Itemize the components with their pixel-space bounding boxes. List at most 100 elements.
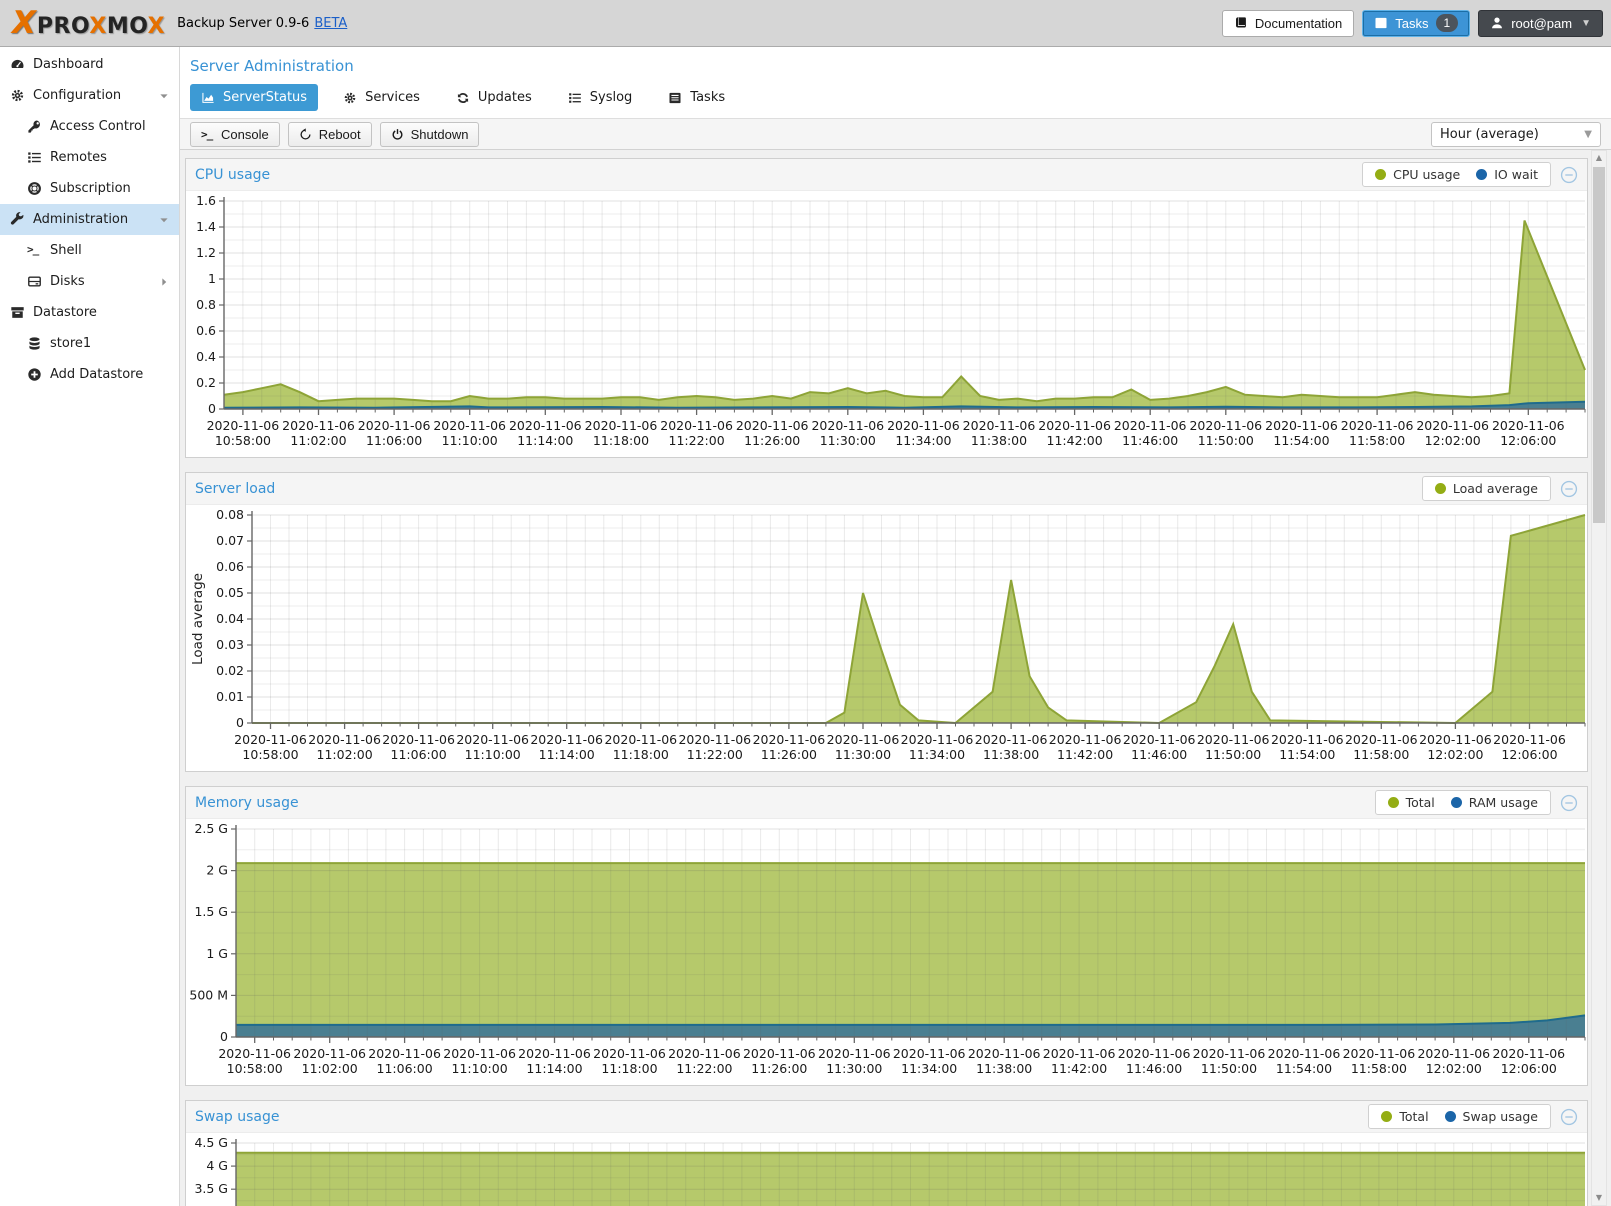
vertical-scrollbar[interactable]: ▲ ▼ [1591, 150, 1607, 1206]
legend-item-total[interactable]: Total [1381, 1109, 1428, 1124]
reboot-button[interactable]: Reboot [288, 122, 372, 147]
user-menu-button[interactable]: root@pam ▼ [1478, 10, 1603, 37]
chart-svg: 0500 M1 G1.5 G2 G2.5 G3 G3.5 G4 G4.5 G20… [186, 1133, 1587, 1206]
sidebar-item-access-control[interactable]: Access Control [0, 111, 179, 142]
svg-text:2020-11-06: 2020-11-06 [893, 1046, 966, 1061]
svg-text:11:42:00: 11:42:00 [1047, 433, 1103, 448]
svg-text:2020-11-06: 2020-11-06 [585, 418, 658, 433]
panel-header: Memory usageTotalRAM usage [186, 787, 1587, 819]
svg-text:11:06:00: 11:06:00 [377, 1061, 433, 1076]
main-content: Server Administration ServerStatusServic… [180, 47, 1611, 1206]
svg-text:11:38:00: 11:38:00 [976, 1061, 1032, 1076]
tab-bar: ServerStatus Services Updates Syslog Tasks [180, 77, 1611, 118]
sidebar-item-add-datastore[interactable]: Add Datastore [0, 359, 179, 390]
refresh-icon [456, 91, 470, 105]
hdd-icon [27, 274, 42, 289]
sidebar-item-disks[interactable]: Disks [0, 266, 179, 297]
svg-text:11:02:00: 11:02:00 [290, 433, 346, 448]
collapse-panel-button[interactable] [1560, 480, 1578, 498]
list-icon [27, 150, 42, 165]
collapse-panel-button[interactable] [1560, 166, 1578, 184]
legend-item-total[interactable]: Total [1388, 795, 1435, 810]
scroll-up-arrow[interactable]: ▲ [1592, 151, 1606, 165]
tab-tasks[interactable]: Tasks [657, 84, 736, 111]
collapse-panel-button[interactable] [1560, 794, 1578, 812]
sidebar-item-subscription[interactable]: Subscription [0, 173, 179, 204]
sidebar-item-configuration[interactable]: Configuration [0, 80, 179, 111]
sidebar-item-shell[interactable]: >_Shell [0, 235, 179, 266]
tab-services[interactable]: Services [332, 84, 431, 111]
tab-updates[interactable]: Updates [445, 84, 543, 111]
svg-text:0.08: 0.08 [216, 507, 244, 522]
scroll-down-arrow[interactable]: ▼ [1592, 1191, 1606, 1205]
timeframe-select[interactable]: Hour (average) ▼ [1431, 122, 1601, 147]
chart-area-memory-usage: 0500 M1 G1.5 G2 G2.5 G2020-11-0610:58:00… [186, 819, 1587, 1085]
svg-text:11:58:00: 11:58:00 [1349, 433, 1405, 448]
panel-cpu-usage: CPU usageCPU usageIO wait00.20.40.60.811… [185, 158, 1588, 458]
tab-serverstatus[interactable]: ServerStatus [190, 84, 318, 111]
beta-link[interactable]: BETA [314, 16, 347, 31]
svg-text:2020-11-06: 2020-11-06 [1114, 418, 1187, 433]
database-icon [27, 336, 42, 351]
sidebar-item-datastore[interactable]: Datastore [0, 297, 179, 328]
chart-legend: CPU usage IO wait [1362, 162, 1551, 187]
svg-text:11:34:00: 11:34:00 [901, 1061, 957, 1076]
shutdown-button[interactable]: Shutdown [380, 122, 480, 147]
svg-text:2020-11-06: 2020-11-06 [518, 1046, 591, 1061]
svg-text:11:50:00: 11:50:00 [1205, 747, 1261, 762]
svg-text:0: 0 [208, 401, 216, 416]
panel-title: CPU usage [195, 167, 270, 183]
sidebar-item-dashboard[interactable]: Dashboard [0, 49, 179, 80]
sidebar-item-store1[interactable]: store1 [0, 328, 179, 359]
legend-label: Total [1406, 795, 1435, 810]
svg-text:11:58:00: 11:58:00 [1353, 747, 1409, 762]
legend-label: Total [1399, 1109, 1428, 1124]
svg-text:11:02:00: 11:02:00 [302, 1061, 358, 1076]
tab-syslog[interactable]: Syslog [557, 84, 644, 111]
legend-item-swap-usage[interactable]: Swap usage [1445, 1109, 1538, 1124]
svg-text:0.03: 0.03 [216, 637, 244, 652]
user-icon [1490, 16, 1504, 30]
svg-text:2020-11-06: 2020-11-06 [1118, 1046, 1191, 1061]
reboot-icon [299, 128, 312, 141]
svg-text:1 G: 1 G [206, 946, 228, 961]
sidebar-item-remotes[interactable]: Remotes [0, 142, 179, 173]
svg-text:2020-11-06: 2020-11-06 [509, 418, 582, 433]
svg-text:11:46:00: 11:46:00 [1126, 1061, 1182, 1076]
svg-text:10:58:00: 10:58:00 [242, 747, 298, 762]
sidebar-item-label: Shell [50, 243, 82, 258]
svg-text:2020-11-06: 2020-11-06 [1123, 732, 1196, 747]
svg-text:12:06:00: 12:06:00 [1500, 433, 1556, 448]
svg-text:0.05: 0.05 [216, 585, 244, 600]
svg-text:1: 1 [208, 271, 216, 286]
legend-item-io-wait[interactable]: IO wait [1476, 167, 1538, 182]
book-icon [1234, 16, 1248, 30]
documentation-button[interactable]: Documentation [1222, 10, 1354, 37]
chart-legend: Total RAM usage [1375, 790, 1551, 815]
sidebar-item-label: Add Datastore [50, 367, 143, 382]
sidebar-item-label: Subscription [50, 181, 131, 196]
svg-text:11:10:00: 11:10:00 [452, 1061, 508, 1076]
logo-wordmark: PROXMOX [37, 14, 165, 39]
svg-text:2020-11-06: 2020-11-06 [1197, 732, 1270, 747]
tasks-button[interactable]: Tasks 1 [1362, 10, 1470, 37]
sidebar-item-administration[interactable]: Administration [0, 204, 179, 235]
svg-text:2020-11-06: 2020-11-06 [218, 1046, 291, 1061]
legend-item-cpu-usage[interactable]: CPU usage [1375, 167, 1460, 182]
console-button[interactable]: >_ Console [190, 122, 280, 147]
gears-icon [10, 88, 25, 103]
panel-header: Server loadLoad average [186, 473, 1587, 505]
svg-text:2020-11-06: 2020-11-06 [901, 732, 974, 747]
svg-text:2.5 G: 2.5 G [194, 821, 228, 836]
collapse-panel-button[interactable] [1560, 1108, 1578, 1126]
svg-text:11:46:00: 11:46:00 [1122, 433, 1178, 448]
svg-text:1.4: 1.4 [196, 219, 216, 234]
scroll-thumb[interactable] [1593, 167, 1605, 523]
legend-item-ram-usage[interactable]: RAM usage [1451, 795, 1538, 810]
chart-legend: Load average [1422, 476, 1551, 501]
chart-svg: 0500 M1 G1.5 G2 G2.5 G2020-11-0610:58:00… [186, 819, 1587, 1085]
svg-text:11:26:00: 11:26:00 [751, 1061, 807, 1076]
svg-text:11:50:00: 11:50:00 [1198, 433, 1254, 448]
terminal-icon: >_ [201, 128, 214, 141]
legend-item-load-average[interactable]: Load average [1435, 481, 1538, 496]
